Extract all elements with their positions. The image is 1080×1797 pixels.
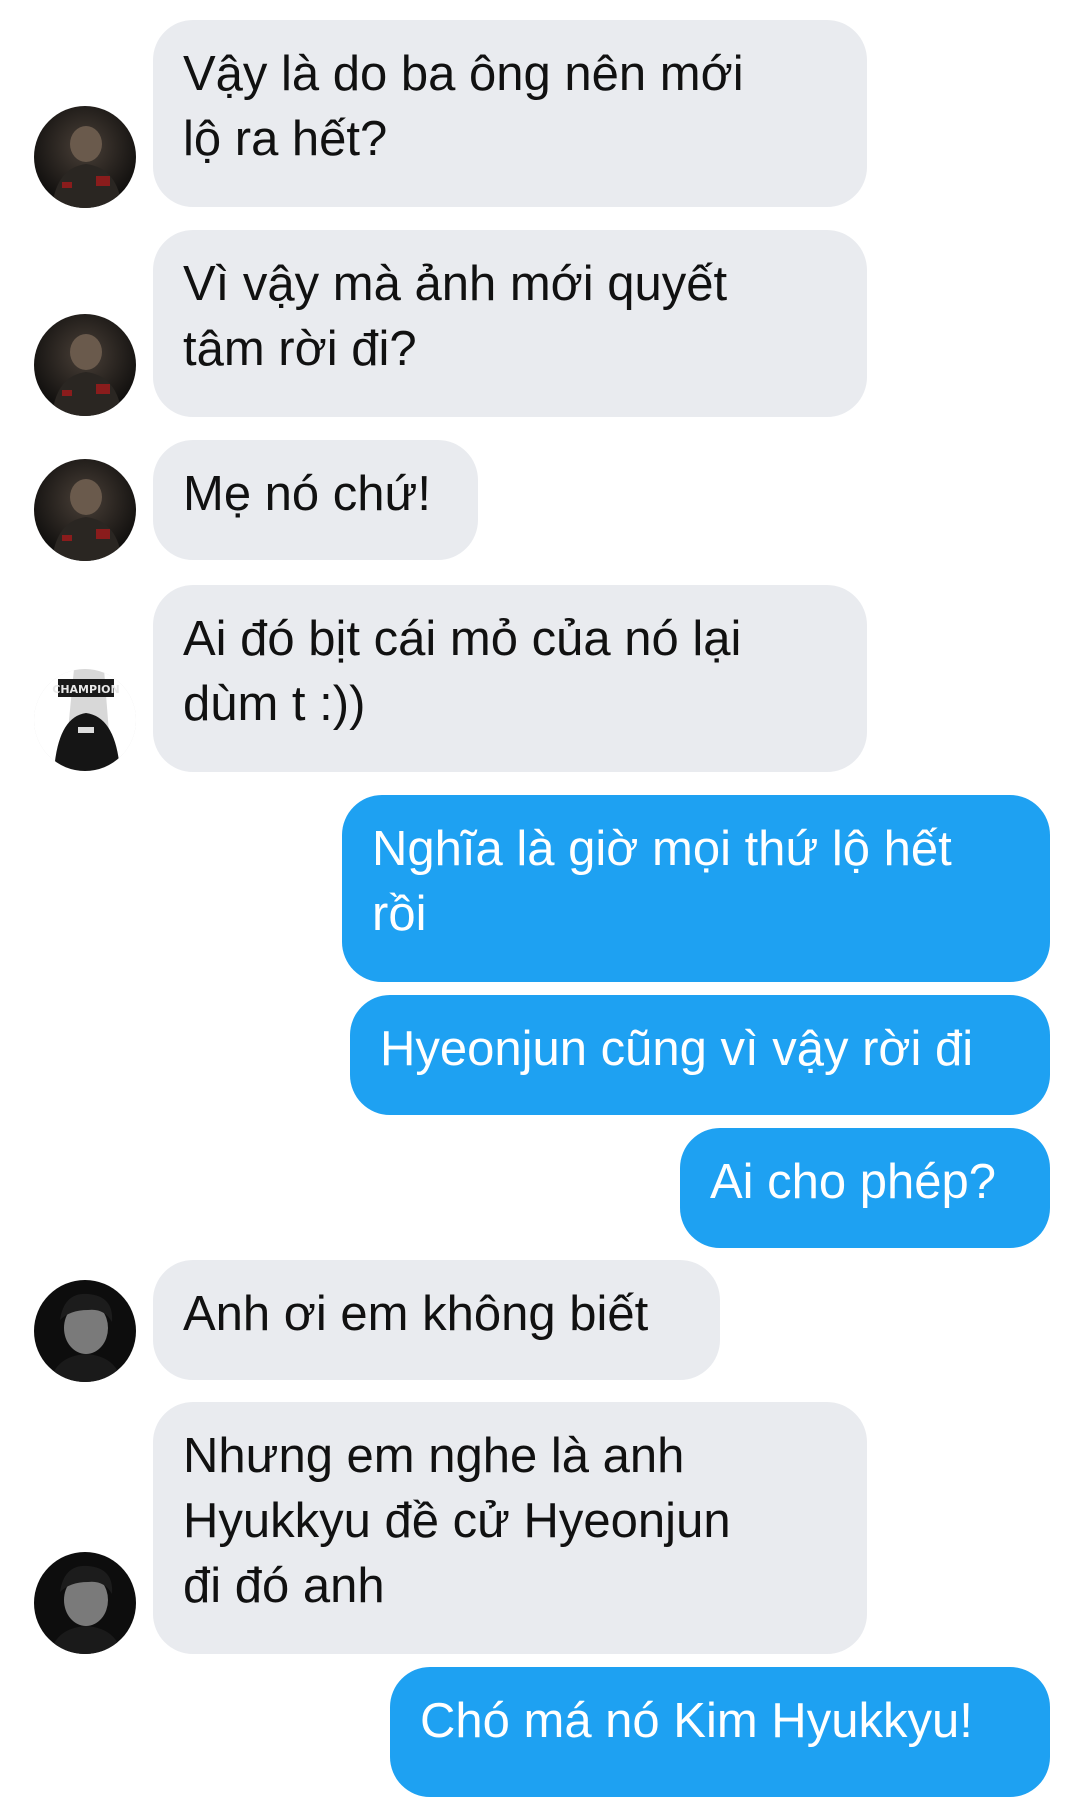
young-man-bw-avatar[interactable] — [34, 1280, 136, 1382]
outgoing-message-bubble[interactable]: Ai cho phép? — [680, 1128, 1050, 1248]
player-dark-avatar[interactable] — [34, 314, 136, 416]
svg-text:CHAMPION: CHAMPION — [52, 683, 119, 696]
player-dark-avatar[interactable] — [34, 106, 136, 208]
incoming-message-bubble[interactable]: Vì vậy mà ảnh mới quyết tâm rời đi? — [153, 230, 867, 417]
incoming-message-bubble[interactable]: Ai đó bịt cái mỏ của nó lại dùm t :)) — [153, 585, 867, 772]
player-dark-avatar[interactable] — [34, 459, 136, 561]
outgoing-message-bubble[interactable]: Nghĩa là giờ mọi thứ lộ hết rồi — [342, 795, 1050, 982]
young-man-bw-avatar[interactable] — [34, 1552, 136, 1654]
incoming-message-bubble[interactable]: Mẹ nó chứ! — [153, 440, 478, 560]
message-thread: Vậy là do ba ông nên mới lộ ra hết? Vì v… — [0, 0, 1080, 1797]
incoming-message-bubble[interactable]: Nhưng em nghe là anh Hyukkyu đề cử Hyeon… — [153, 1402, 867, 1654]
incoming-message-bubble[interactable]: Anh ơi em không biết — [153, 1260, 720, 1380]
incoming-message-bubble[interactable]: Vậy là do ba ông nên mới lộ ra hết? — [153, 20, 867, 207]
outgoing-message-bubble[interactable]: Hyeonjun cũng vì vậy rời đi — [350, 995, 1050, 1115]
champion-jacket-avatar[interactable]: CHAMPION — [34, 669, 136, 771]
